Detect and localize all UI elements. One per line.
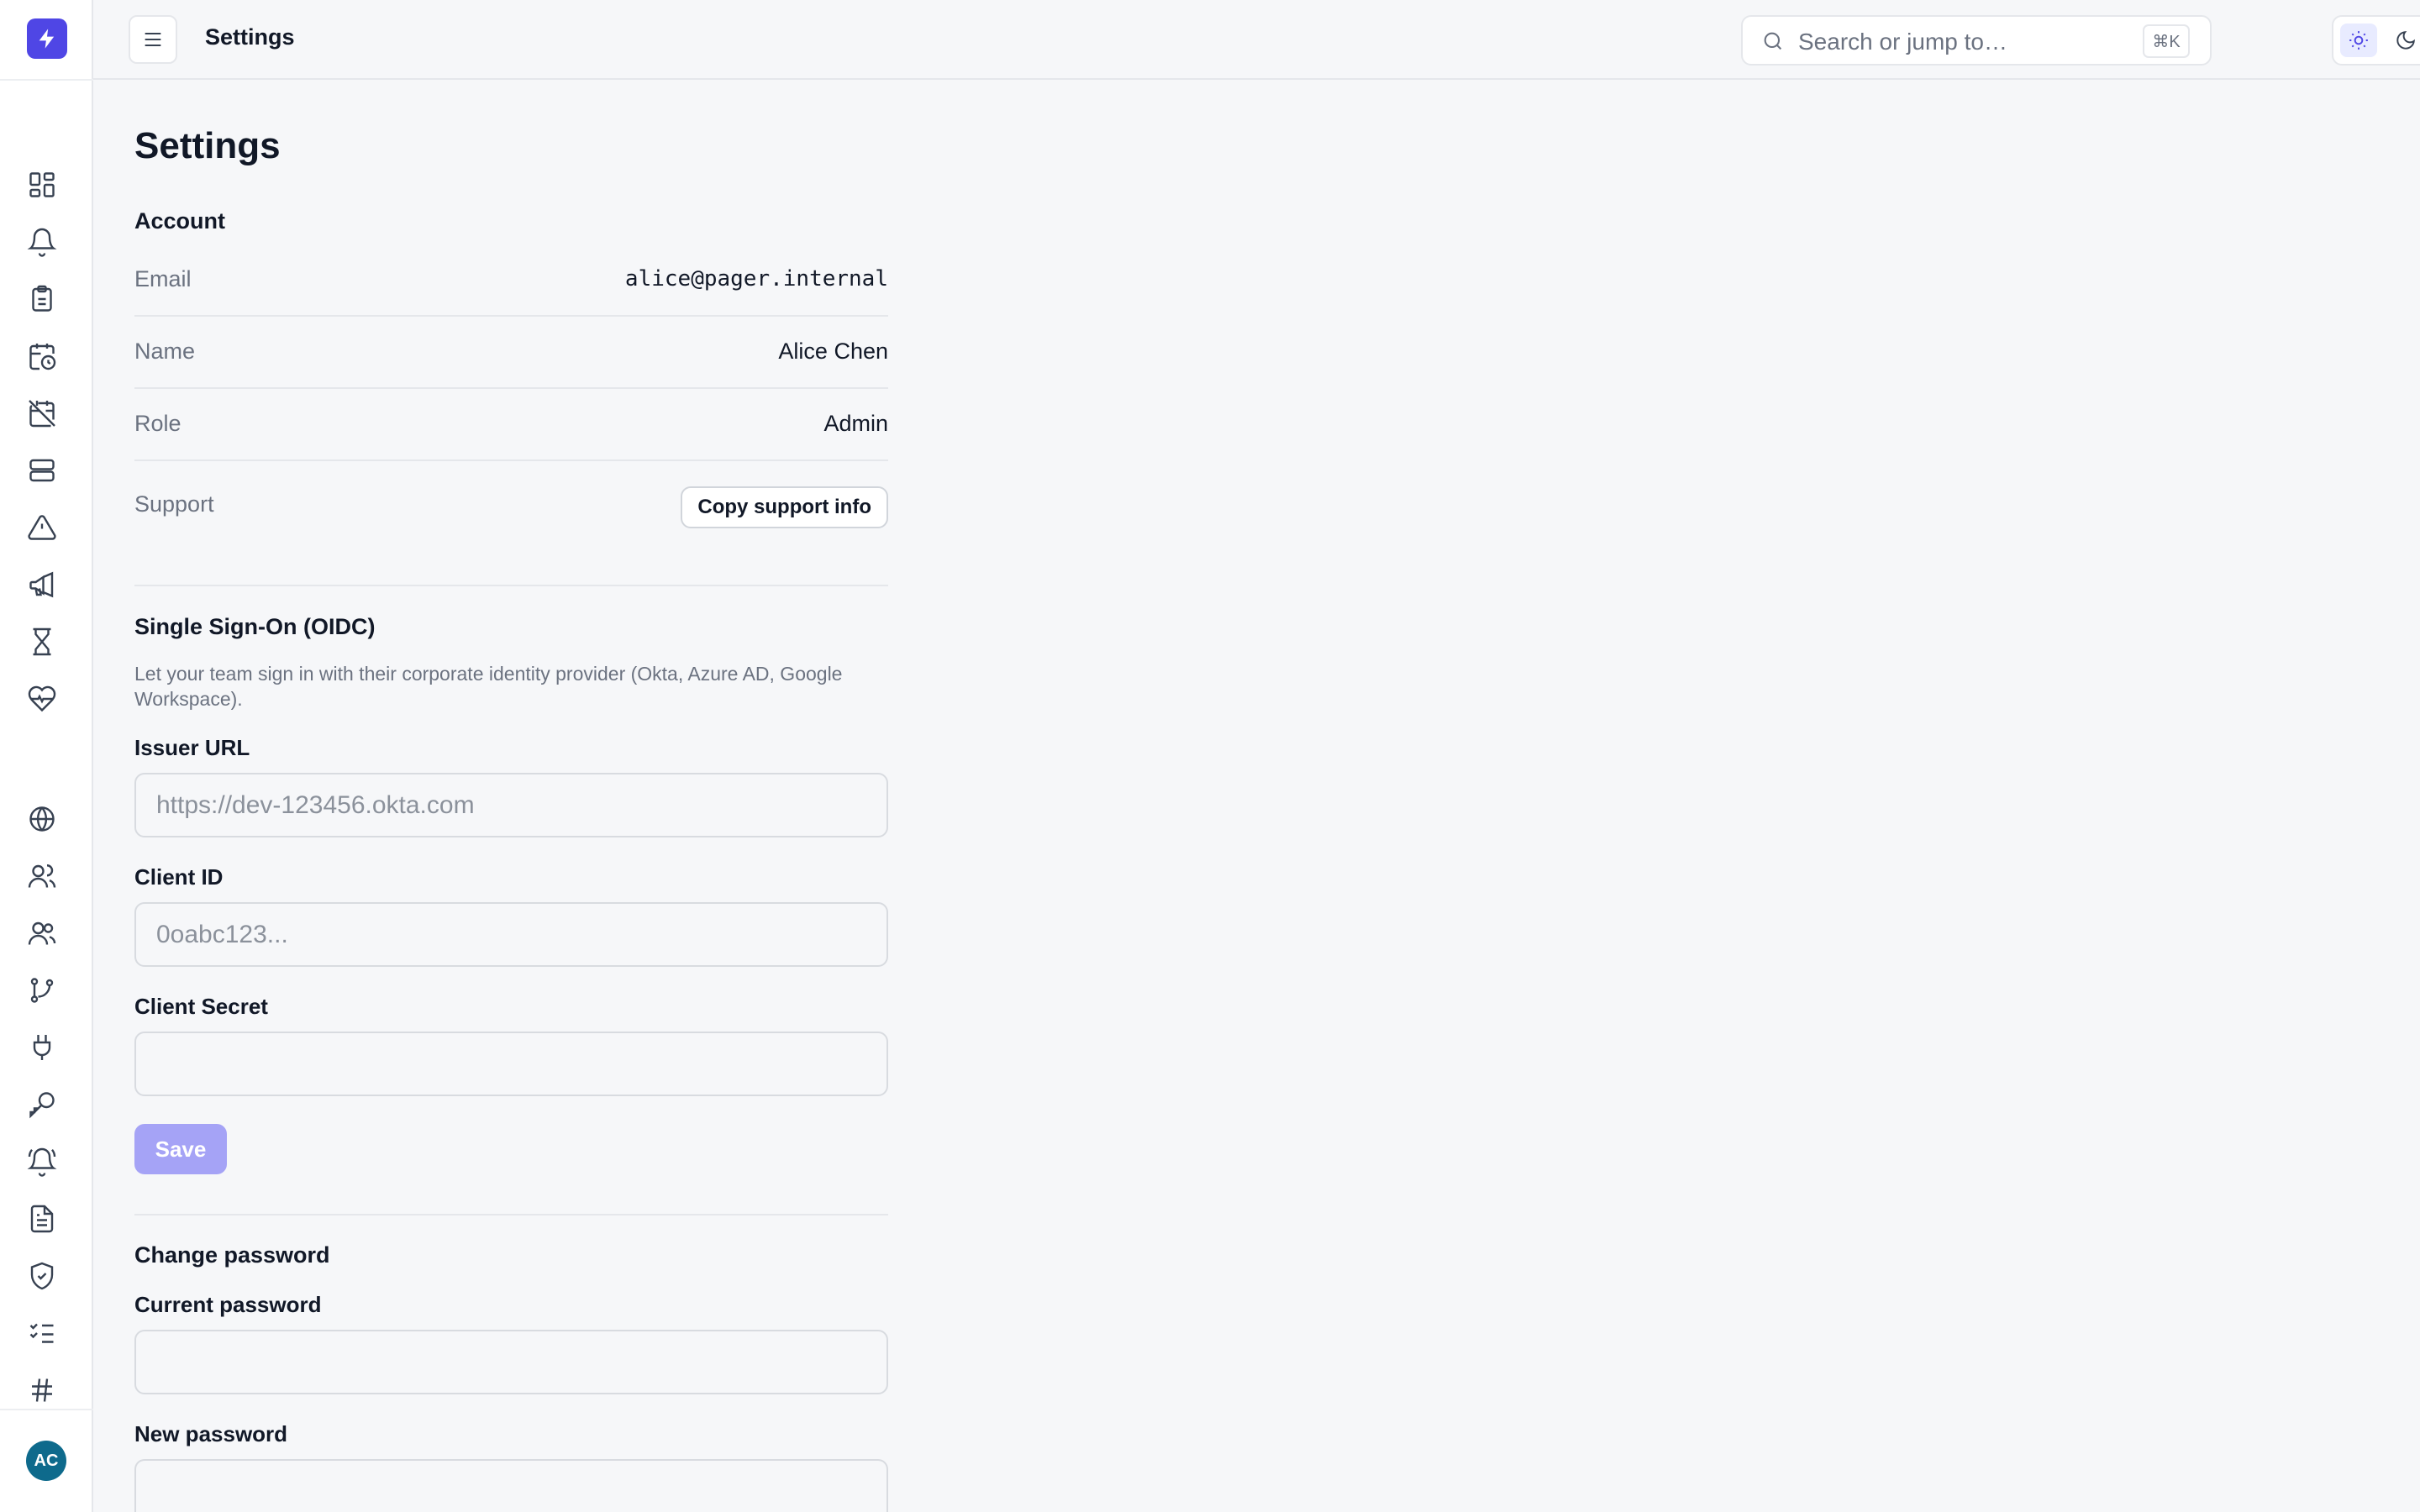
server-icon[interactable] — [25, 454, 59, 487]
sso-heading: Single Sign-On (OIDC) — [134, 614, 376, 639]
breadcrumb-title: Settings — [205, 24, 295, 50]
menu-toggle-button[interactable] — [129, 15, 177, 64]
search-icon — [1764, 32, 1782, 50]
name-label: Name — [134, 339, 196, 364]
email-label: Email — [134, 266, 192, 291]
globe-icon[interactable] — [25, 802, 59, 836]
role-value: Admin — [823, 411, 888, 436]
search-input[interactable]: Search or jump to… ⌘K — [1741, 15, 2212, 66]
calendar-off-icon[interactable] — [25, 396, 59, 430]
lightning-icon — [39, 29, 55, 49]
alert-triangle-icon[interactable] — [25, 511, 59, 544]
git-branch-icon[interactable] — [25, 974, 59, 1007]
sidebar-divider — [0, 79, 93, 81]
user-icon[interactable] — [25, 859, 59, 893]
account-row-role: Role Admin — [134, 389, 888, 461]
calendar-clock-icon[interactable] — [25, 339, 59, 373]
name-value: Alice Chen — [778, 339, 888, 364]
dark-theme-button[interactable] — [2387, 24, 2420, 57]
megaphone-icon[interactable] — [25, 568, 59, 601]
current-password-input[interactable] — [134, 1330, 888, 1394]
plug-icon[interactable] — [25, 1031, 59, 1064]
email-value: alice@pager.internal — [624, 266, 888, 291]
list-checks-icon[interactable] — [25, 1316, 59, 1350]
sun-icon — [2349, 31, 2368, 50]
issuer-url-input[interactable] — [134, 773, 888, 837]
sidebar: AC — [0, 0, 93, 1512]
bell-icon[interactable] — [25, 225, 59, 259]
hourglass-icon[interactable] — [25, 625, 59, 659]
issuer-url-label: Issuer URL — [134, 735, 250, 760]
file-text-icon[interactable] — [25, 1202, 59, 1236]
app-logo[interactable] — [27, 18, 67, 59]
account-row-support: Support Copy support info — [134, 461, 888, 554]
dashboard-icon[interactable] — [25, 168, 59, 202]
users-icon[interactable] — [25, 916, 59, 950]
section-divider — [134, 585, 888, 586]
new-password-input[interactable] — [134, 1459, 888, 1512]
client-id-input[interactable] — [134, 902, 888, 967]
sso-description: Let your team sign in with their corpora… — [134, 663, 843, 710]
account-row-email: Email alice@pager.internal — [134, 244, 888, 317]
search-placeholder: Search or jump to… — [1798, 29, 2007, 55]
avatar[interactable]: AC — [26, 1441, 66, 1481]
moon-icon — [2396, 31, 2415, 50]
topbar: Settings Search or jump to… ⌘K — [93, 0, 2420, 80]
search-shortcut-badge: ⌘K — [2143, 24, 2190, 58]
account-row-name: Name Alice Chen — [134, 317, 888, 389]
client-secret-input[interactable] — [134, 1032, 888, 1096]
theme-switcher — [2332, 15, 2420, 66]
save-button[interactable]: Save — [134, 1124, 227, 1174]
section-divider — [134, 1214, 888, 1215]
clipboard-icon[interactable] — [25, 282, 59, 316]
sidebar-divider — [0, 1409, 93, 1410]
page-title: Settings — [134, 125, 281, 166]
heart-pulse-icon[interactable] — [25, 682, 59, 716]
hash-icon[interactable] — [25, 1373, 59, 1407]
client-id-label: Client ID — [134, 864, 224, 890]
change-password-heading: Change password — [134, 1242, 330, 1268]
copy-support-info-button[interactable]: Copy support info — [681, 486, 888, 528]
key-icon[interactable] — [25, 1088, 59, 1121]
shield-check-icon[interactable] — [25, 1259, 59, 1293]
role-label: Role — [134, 411, 182, 436]
client-secret-label: Client Secret — [134, 994, 268, 1019]
bell-ring-icon[interactable] — [25, 1145, 59, 1179]
light-theme-button[interactable] — [2340, 24, 2377, 57]
hamburger-icon — [145, 32, 161, 47]
support-label: Support — [134, 491, 214, 517]
new-password-label: New password — [134, 1421, 288, 1446]
account-heading: Account — [134, 208, 225, 234]
current-password-label: Current password — [134, 1292, 322, 1317]
